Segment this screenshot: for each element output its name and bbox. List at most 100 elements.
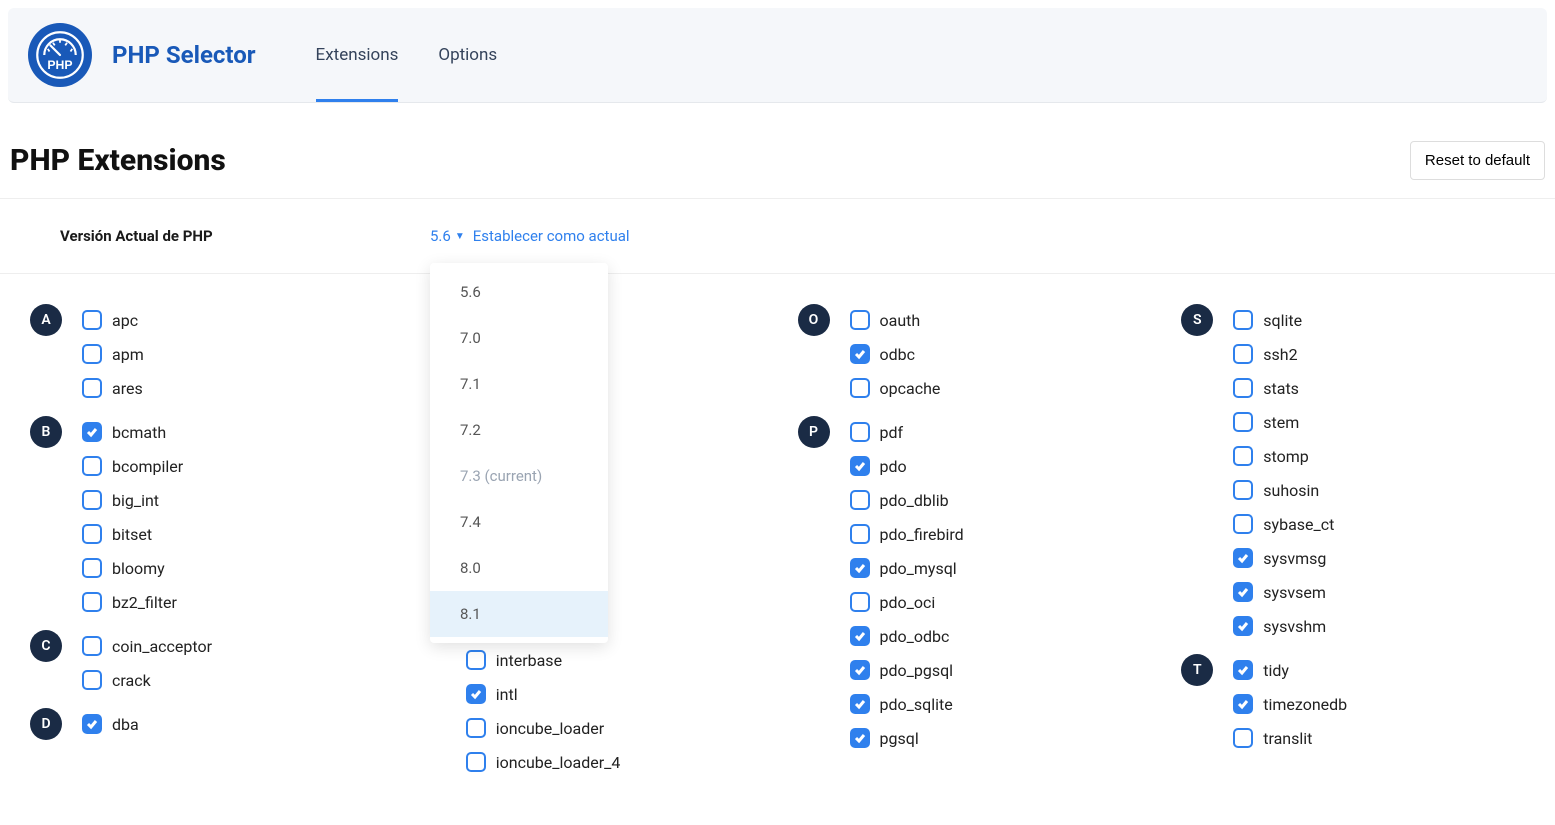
ext-item[interactable]: ares <box>82 378 144 398</box>
checkbox[interactable] <box>466 650 486 670</box>
checkbox[interactable] <box>850 490 870 510</box>
ext-item[interactable]: translit <box>1233 728 1347 748</box>
version-option[interactable]: 7.4 <box>430 499 608 545</box>
ext-item[interactable]: opcache <box>850 378 941 398</box>
checkbox[interactable] <box>1233 310 1253 330</box>
ext-item[interactable]: bitset <box>82 524 183 544</box>
version-option[interactable]: 8.1 <box>430 591 608 637</box>
ext-item[interactable]: bloomy <box>82 558 183 578</box>
version-option[interactable]: 7.2 <box>430 407 608 453</box>
version-select[interactable]: 5.6 ▼ <box>430 227 465 245</box>
version-option[interactable]: 5.6 <box>430 269 608 315</box>
ext-item[interactable]: pdo_pgsql <box>850 660 964 680</box>
checkbox[interactable] <box>82 344 102 364</box>
checkbox[interactable] <box>1233 378 1253 398</box>
ext-item[interactable]: pdo_sqlite <box>850 694 964 714</box>
ext-item[interactable]: pdo_odbc <box>850 626 964 646</box>
checkbox[interactable] <box>82 592 102 612</box>
checkbox[interactable] <box>1233 548 1253 568</box>
checkbox[interactable] <box>1233 582 1253 602</box>
checkbox[interactable] <box>466 718 486 738</box>
ext-item[interactable]: pdo_mysql <box>850 558 964 578</box>
ext-item[interactable]: stem <box>1233 412 1334 432</box>
ext-item[interactable]: sybase_ct <box>1233 514 1334 534</box>
ext-item[interactable]: suhosin <box>1233 480 1334 500</box>
ext-item[interactable]: oauth <box>850 310 941 330</box>
checkbox[interactable] <box>850 344 870 364</box>
ext-item[interactable]: pdo_oci <box>850 592 964 612</box>
version-option[interactable]: 8.0 <box>430 545 608 591</box>
checkbox[interactable] <box>1233 480 1253 500</box>
ext-item[interactable]: stats <box>1233 378 1334 398</box>
checkbox[interactable] <box>1233 616 1253 636</box>
version-option[interactable]: 7.1 <box>430 361 608 407</box>
ext-item[interactable]: tidy <box>1233 660 1347 680</box>
ext-item[interactable]: coin_acceptor <box>82 636 212 656</box>
checkbox[interactable] <box>1233 514 1253 534</box>
checkbox[interactable] <box>1233 412 1253 432</box>
version-option[interactable]: 7.0 <box>430 315 608 361</box>
checkbox[interactable] <box>82 310 102 330</box>
ext-item[interactable]: apc <box>82 310 144 330</box>
checkbox[interactable] <box>82 456 102 476</box>
checkbox[interactable] <box>850 378 870 398</box>
checkbox[interactable] <box>82 714 102 734</box>
ext-item[interactable]: interbase <box>466 650 621 670</box>
checkbox[interactable] <box>82 636 102 656</box>
checkbox[interactable] <box>82 670 102 690</box>
ext-item[interactable]: sqlite <box>1233 310 1334 330</box>
ext-item[interactable]: ioncube_loader <box>466 718 621 738</box>
ext-item[interactable]: dba <box>82 714 139 734</box>
ext-item[interactable]: pgsql <box>850 728 964 748</box>
checkbox[interactable] <box>466 684 486 704</box>
checkbox[interactable] <box>1233 344 1253 364</box>
checkbox[interactable] <box>850 422 870 442</box>
checkbox[interactable] <box>850 694 870 714</box>
checkbox[interactable] <box>850 626 870 646</box>
checkbox[interactable] <box>82 524 102 544</box>
checkbox[interactable] <box>1233 660 1253 680</box>
ext-item[interactable]: pdf <box>850 422 964 442</box>
ext-item[interactable]: ioncube_loader_4 <box>466 752 621 772</box>
ext-item[interactable]: odbc <box>850 344 941 364</box>
set-current-link[interactable]: Establecer como actual <box>473 227 630 245</box>
checkbox[interactable] <box>850 728 870 748</box>
checkbox[interactable] <box>1233 694 1253 714</box>
checkbox[interactable] <box>82 558 102 578</box>
reset-button[interactable]: Reset to default <box>1410 141 1545 180</box>
ext-item[interactable]: apm <box>82 344 144 364</box>
ext-item[interactable]: bcmath <box>82 422 183 442</box>
checkbox[interactable] <box>850 310 870 330</box>
group-letter: P <box>798 416 830 448</box>
ext-item[interactable]: sysvmsg <box>1233 548 1334 568</box>
ext-item[interactable]: pdo_dblib <box>850 490 964 510</box>
tab-extensions[interactable]: Extensions <box>316 8 399 102</box>
ext-item[interactable]: big_int <box>82 490 183 510</box>
ext-item[interactable]: pdo_firebird <box>850 524 964 544</box>
checkbox[interactable] <box>850 524 870 544</box>
ext-item[interactable]: sysvshm <box>1233 616 1334 636</box>
ext-label: stats <box>1263 379 1299 398</box>
ext-item[interactable]: bz2_filter <box>82 592 183 612</box>
ext-item[interactable]: crack <box>82 670 212 690</box>
checkbox[interactable] <box>466 752 486 772</box>
ext-item[interactable]: pdo <box>850 456 964 476</box>
checkbox[interactable] <box>1233 446 1253 466</box>
ext-item[interactable]: ssh2 <box>1233 344 1334 364</box>
checkbox[interactable] <box>850 558 870 578</box>
ext-item[interactable]: stomp <box>1233 446 1334 466</box>
checkbox[interactable] <box>850 456 870 476</box>
checkbox[interactable] <box>82 422 102 442</box>
checkbox[interactable] <box>1233 728 1253 748</box>
ext-label: bcompiler <box>112 457 183 476</box>
tab-options[interactable]: Options <box>438 8 497 102</box>
checkbox[interactable] <box>82 490 102 510</box>
checkbox[interactable] <box>850 592 870 612</box>
checkbox[interactable] <box>850 660 870 680</box>
ext-item[interactable]: intl <box>466 684 621 704</box>
ext-item[interactable]: bcompiler <box>82 456 183 476</box>
ext-item[interactable]: timezonedb <box>1233 694 1347 714</box>
tabs: Extensions Options <box>316 8 498 102</box>
checkbox[interactable] <box>82 378 102 398</box>
ext-item[interactable]: sysvsem <box>1233 582 1334 602</box>
